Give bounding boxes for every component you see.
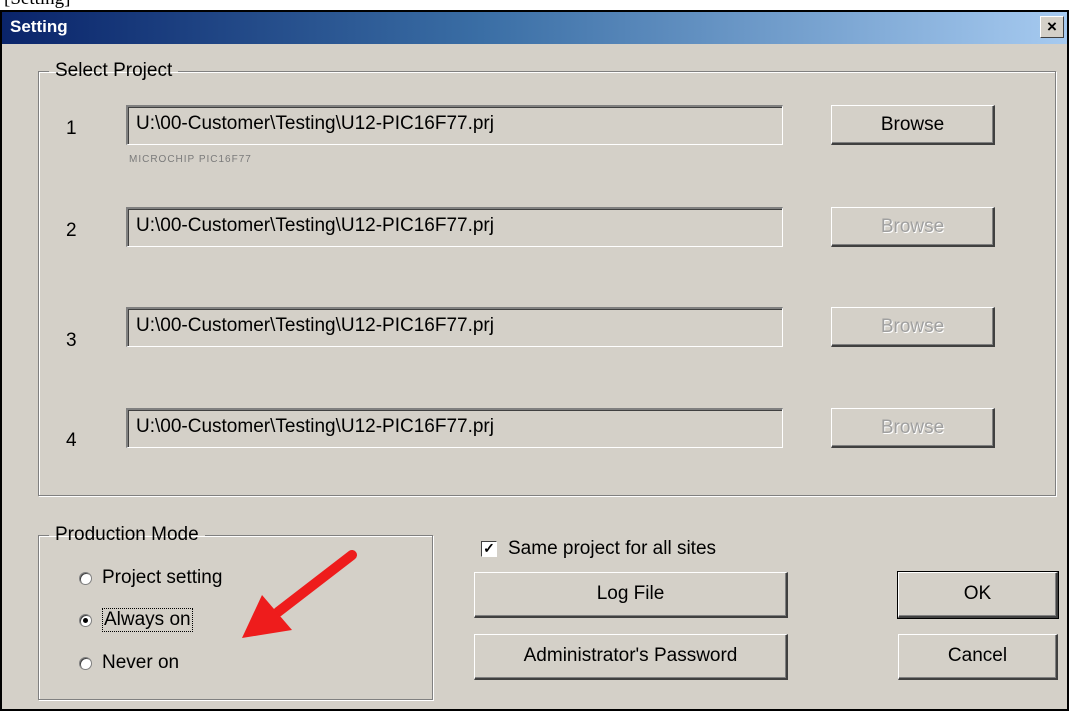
project-row-2-number: 2	[66, 220, 77, 241]
radio-never-on[interactable]: Never on	[79, 650, 179, 676]
title-bar: Setting ×	[2, 12, 1067, 44]
radio-always-on[interactable]: Always on	[79, 607, 193, 633]
browse-button-3[interactable]: Browse	[831, 307, 995, 347]
radio-never-on-label: Never on	[102, 652, 180, 673]
select-project-legend: Select Project	[55, 60, 173, 81]
same-project-checkbox[interactable]: ✓	[481, 541, 497, 557]
project-row-1-number: 1	[66, 118, 77, 139]
browse-button-2[interactable]: Browse	[831, 207, 995, 247]
close-icon: ×	[1047, 17, 1057, 36]
cropped-caption-text: [Setting]	[4, 0, 71, 10]
project-4-path-field[interactable]: U:\00-Customer\Testing\U12-PIC16F77.prj	[126, 408, 783, 448]
radio-always-on-circle[interactable]	[79, 613, 92, 627]
cancel-button[interactable]: Cancel	[898, 634, 1058, 680]
radio-never-on-circle[interactable]	[79, 656, 92, 670]
project-1-path-field[interactable]: U:\00-Customer\Testing\U12-PIC16F77.prj	[126, 105, 783, 145]
radio-project-setting-circle[interactable]	[79, 571, 92, 585]
setting-dialog: Setting × Select Project 1 U:\00-Custome…	[0, 10, 1069, 711]
browse-button-1[interactable]: Browse	[831, 105, 995, 145]
same-project-label: Same project for all sites	[508, 538, 717, 559]
radio-project-setting[interactable]: Project setting	[79, 565, 222, 591]
project-row-4-number: 4	[66, 430, 77, 451]
production-mode-legend: Production Mode	[55, 524, 199, 545]
log-file-button[interactable]: Log File	[474, 572, 788, 618]
close-button[interactable]: ×	[1040, 16, 1064, 38]
cropped-caption: [Setting]	[0, 0, 1069, 10]
project-1-device-label: MICROCHIP PIC16F77	[129, 154, 252, 165]
same-project-checkbox-row[interactable]: ✓ Same project for all sites	[481, 538, 716, 560]
arrow-shaft	[273, 550, 357, 617]
browse-button-4[interactable]: Browse	[831, 408, 995, 448]
project-2-path-field[interactable]: U:\00-Customer\Testing\U12-PIC16F77.prj	[126, 207, 783, 247]
project-3-path-field[interactable]: U:\00-Customer\Testing\U12-PIC16F77.prj	[126, 307, 783, 347]
red-arrow-annotation	[242, 550, 357, 638]
ok-button[interactable]: OK	[897, 571, 1059, 619]
radio-always-on-label: Always on	[102, 608, 193, 632]
window-title: Setting	[10, 17, 68, 36]
radio-project-setting-label: Project setting	[102, 567, 223, 588]
project-row-3-number: 3	[66, 330, 77, 351]
administrator-password-button[interactable]: Administrator's Password	[474, 634, 788, 680]
